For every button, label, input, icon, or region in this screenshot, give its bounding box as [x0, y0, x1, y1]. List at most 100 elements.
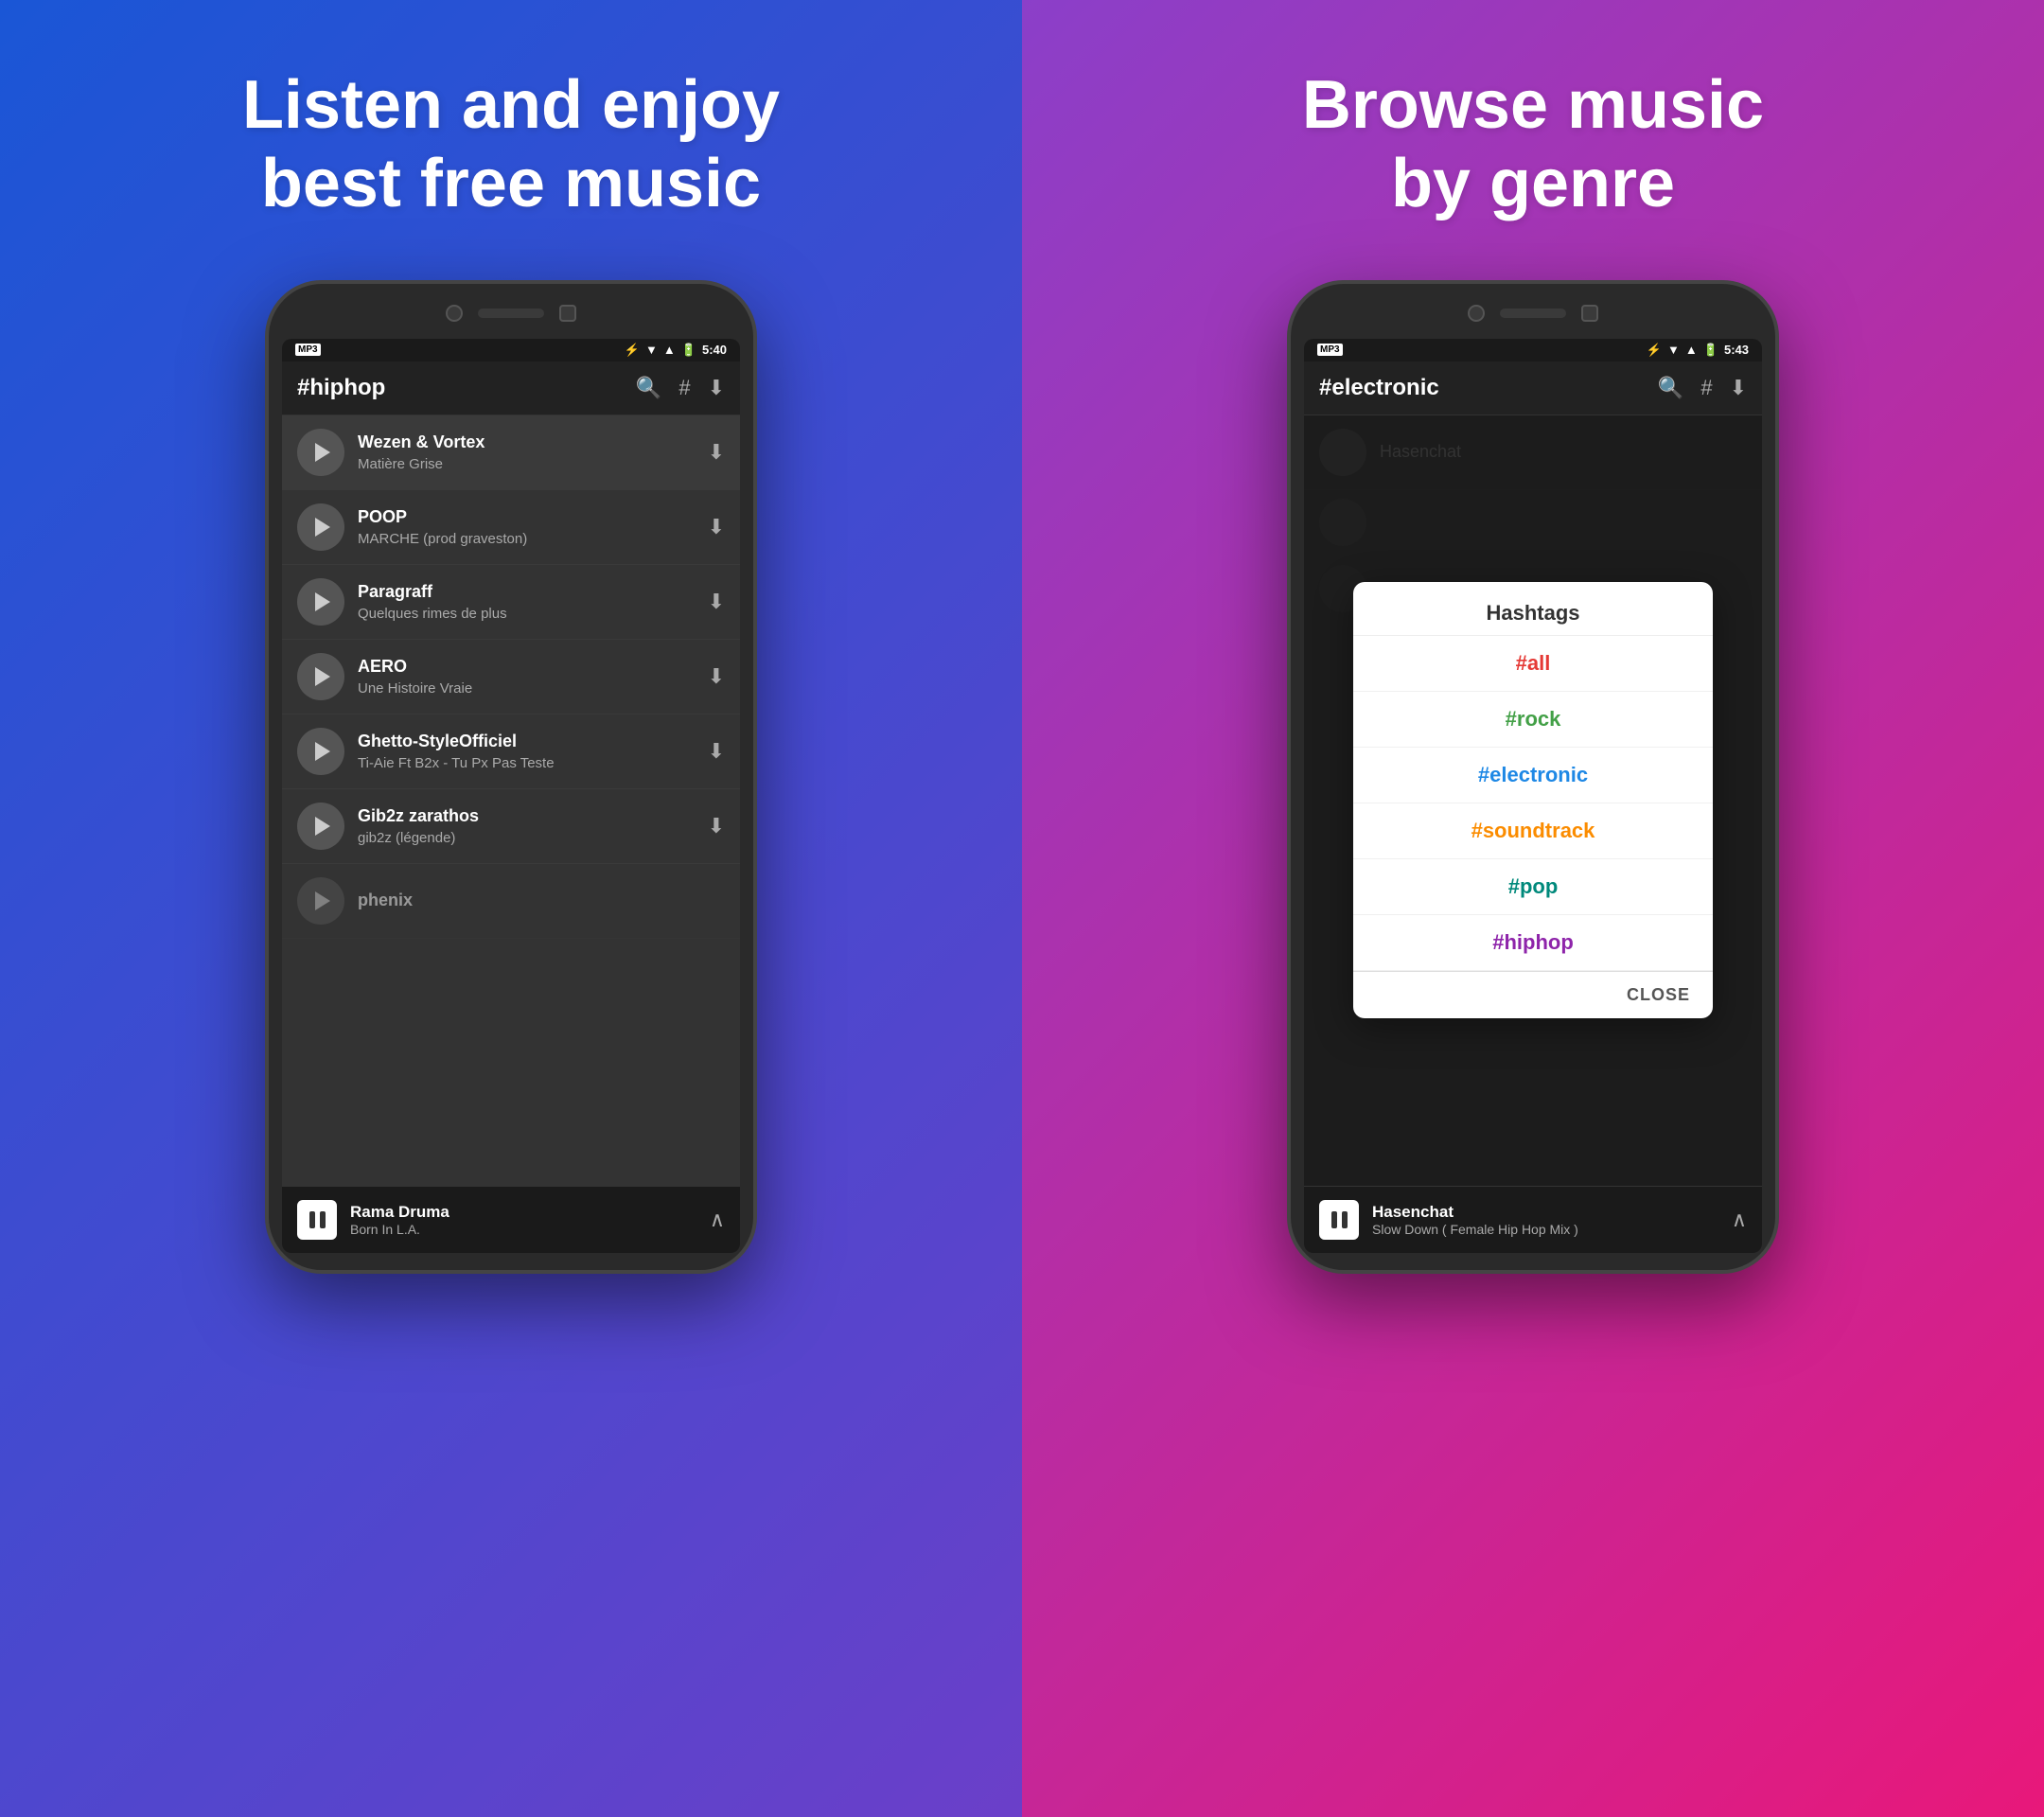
- download-icon-left[interactable]: ⬇: [708, 376, 725, 400]
- app-title-right: #electronic: [1319, 375, 1439, 401]
- now-playing-name-left: Rama Druma: [350, 1203, 696, 1222]
- track-name-2: POOP: [358, 506, 695, 528]
- pause-bar-1-left: [309, 1211, 315, 1228]
- track-info-2: POOP MARCHE (prod graveston): [358, 506, 695, 546]
- search-icon-left[interactable]: 🔍: [636, 376, 661, 400]
- play-btn-3[interactable]: [297, 578, 344, 626]
- hashtag-electronic[interactable]: #electronic: [1353, 748, 1713, 803]
- play-btn-5[interactable]: [297, 728, 344, 775]
- hashtag-dialog: Hashtags #all #rock #electronic #soundtr…: [1353, 582, 1713, 1018]
- track-info-5: Ghetto-StyleOfficiel Ti-Aie Ft B2x - Tu …: [358, 731, 695, 770]
- search-icon-right[interactable]: 🔍: [1658, 376, 1683, 400]
- wifi-icon-right: ▲: [1685, 343, 1698, 357]
- hashtag-pop[interactable]: #pop: [1353, 859, 1713, 915]
- track-name-7: phenix: [358, 890, 725, 911]
- track-list-right: Hasenchat Hashtags #all #rock #electroni…: [1304, 415, 1762, 1186]
- download-track-5[interactable]: ⬇: [708, 739, 725, 764]
- left-phone-screen: MP3 ⚡ ▼ ▲ 🔋 5:40 #hiphop 🔍 # ⬇: [282, 339, 740, 1253]
- download-track-4[interactable]: ⬇: [708, 664, 725, 689]
- hashtag-rock[interactable]: #rock: [1353, 692, 1713, 748]
- left-panel: Listen and enjoy best free music MP3 ⚡ ▼…: [0, 0, 1022, 1817]
- dialog-title: Hashtags: [1353, 582, 1713, 636]
- track-artist-1: Matière Grise: [358, 456, 695, 472]
- download-track-1[interactable]: ⬇: [708, 440, 725, 465]
- download-track-2[interactable]: ⬇: [708, 515, 725, 539]
- play-btn-2[interactable]: [297, 503, 344, 551]
- play-btn-4[interactable]: [297, 653, 344, 700]
- status-right-left: ⚡ ▼ ▲ 🔋 5:40: [625, 343, 727, 358]
- right-phone-screen: MP3 ⚡ ▼ ▲ 🔋 5:43 #electronic 🔍 # ⬇: [1304, 339, 1762, 1253]
- bluetooth-icon-left: ⚡: [625, 343, 640, 358]
- app-title-left: #hiphop: [297, 375, 385, 401]
- track-artist-3: Quelques rimes de plus: [358, 606, 695, 622]
- pause-btn-left[interactable]: [297, 1200, 337, 1240]
- pause-bar-1-right: [1331, 1211, 1337, 1228]
- track-item-3[interactable]: Paragraff Quelques rimes de plus ⬇: [282, 565, 740, 640]
- track-list-left: Wezen & Vortex Matière Grise ⬇ POOP MARC…: [282, 415, 740, 1186]
- now-playing-info-left: Rama Druma Born In L.A.: [350, 1203, 696, 1237]
- wifi-icon-left: ▲: [663, 343, 676, 357]
- chevron-up-right[interactable]: ∧: [1732, 1208, 1747, 1232]
- track-item-2[interactable]: POOP MARCHE (prod graveston) ⬇: [282, 490, 740, 565]
- status-time-right: 5:43: [1724, 343, 1749, 357]
- pause-btn-right[interactable]: [1319, 1200, 1359, 1240]
- hashtag-all[interactable]: #all: [1353, 636, 1713, 692]
- track-artist-6: gib2z (légende): [358, 830, 695, 846]
- now-playing-sub-right: Slow Down ( Female Hip Hop Mix ): [1372, 1222, 1718, 1237]
- chevron-up-left[interactable]: ∧: [710, 1208, 725, 1232]
- now-playing-bar-right[interactable]: Hasenchat Slow Down ( Female Hip Hop Mix…: [1304, 1186, 1762, 1253]
- download-track-6[interactable]: ⬇: [708, 814, 725, 838]
- now-playing-sub-left: Born In L.A.: [350, 1222, 696, 1237]
- mp3-badge-right: MP3: [1317, 344, 1343, 356]
- status-bar-left: MP3 ⚡ ▼ ▲ 🔋 5:40: [282, 339, 740, 362]
- track-info-1: Wezen & Vortex Matière Grise: [358, 432, 695, 471]
- phone-button-right: [1581, 305, 1598, 322]
- app-header-right: #electronic 🔍 # ⬇: [1304, 362, 1762, 415]
- left-headline: Listen and enjoy best free music: [242, 66, 780, 223]
- track-info-3: Paragraff Quelques rimes de plus: [358, 581, 695, 621]
- phone-camera-left: [446, 305, 463, 322]
- phone-top-bar-right: [1304, 301, 1762, 329]
- phone-speaker-left: [478, 309, 544, 318]
- status-bar-right: MP3 ⚡ ▼ ▲ 🔋 5:43: [1304, 339, 1762, 362]
- track-item-1[interactable]: Wezen & Vortex Matière Grise ⬇: [282, 415, 740, 490]
- track-artist-4: Une Histoire Vraie: [358, 680, 695, 697]
- dialog-overlay: Hashtags #all #rock #electronic #soundtr…: [1304, 415, 1762, 1186]
- track-name-3: Paragraff: [358, 581, 695, 603]
- left-phone-frame: MP3 ⚡ ▼ ▲ 🔋 5:40 #hiphop 🔍 # ⬇: [265, 280, 757, 1274]
- bluetooth-icon-right: ⚡: [1647, 343, 1662, 358]
- mp3-badge-left: MP3: [295, 344, 321, 356]
- phone-camera-right: [1468, 305, 1485, 322]
- play-btn-1[interactable]: [297, 429, 344, 476]
- track-name-6: Gib2z zarathos: [358, 805, 695, 827]
- status-time-left: 5:40: [702, 343, 727, 357]
- phone-top-bar-left: [282, 301, 740, 329]
- download-icon-right[interactable]: ⬇: [1730, 376, 1747, 400]
- now-playing-bar-left[interactable]: Rama Druma Born In L.A. ∧: [282, 1186, 740, 1253]
- phone-speaker-right: [1500, 309, 1566, 318]
- phone-button-left: [559, 305, 576, 322]
- hashtag-soundtrack[interactable]: #soundtrack: [1353, 803, 1713, 859]
- signal-icon-right: ▼: [1667, 343, 1680, 357]
- hashtag-hiphop[interactable]: #hiphop: [1353, 915, 1713, 971]
- hashtag-icon-right[interactable]: #: [1700, 376, 1712, 400]
- track-artist-2: MARCHE (prod graveston): [358, 531, 695, 547]
- track-item-5[interactable]: Ghetto-StyleOfficiel Ti-Aie Ft B2x - Tu …: [282, 714, 740, 789]
- track-item-6[interactable]: Gib2z zarathos gib2z (légende) ⬇: [282, 789, 740, 864]
- hashtag-icon-left[interactable]: #: [678, 376, 690, 400]
- track-item-4[interactable]: AERO Une Histoire Vraie ⬇: [282, 640, 740, 714]
- play-btn-7: [297, 877, 344, 925]
- track-item-7: phenix: [282, 864, 740, 939]
- play-btn-6[interactable]: [297, 803, 344, 850]
- battery-icon-left: 🔋: [681, 343, 696, 358]
- download-track-3[interactable]: ⬇: [708, 590, 725, 614]
- app-header-left: #hiphop 🔍 # ⬇: [282, 362, 740, 415]
- pause-bar-2-left: [320, 1211, 326, 1228]
- track-info-7: phenix: [358, 890, 725, 911]
- track-name-5: Ghetto-StyleOfficiel: [358, 731, 695, 752]
- close-button[interactable]: CLOSE: [1627, 985, 1690, 1005]
- now-playing-info-right: Hasenchat Slow Down ( Female Hip Hop Mix…: [1372, 1203, 1718, 1237]
- dialog-close-row: CLOSE: [1353, 971, 1713, 1018]
- header-icons-left: 🔍 # ⬇: [636, 376, 725, 400]
- pause-bar-2-right: [1342, 1211, 1348, 1228]
